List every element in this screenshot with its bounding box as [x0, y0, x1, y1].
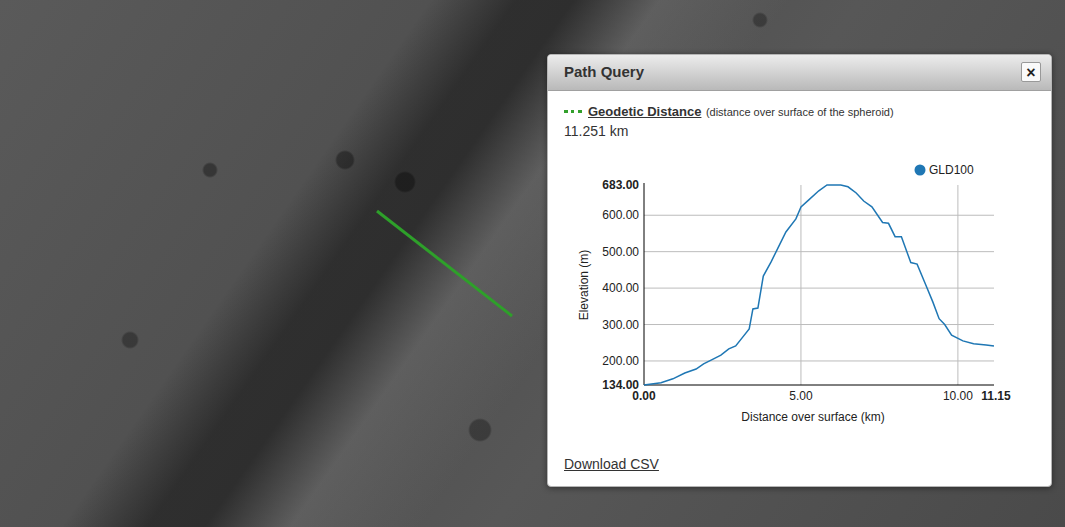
y-tick-label: 683.00 — [602, 178, 639, 192]
y-gridline — [644, 361, 994, 362]
geodetic-distance-link[interactable]: Geodetic Distance — [588, 104, 701, 119]
distance-legend: Geodetic Distance (distance over surface… — [564, 99, 1035, 123]
legend-note: (distance over surface of the spheroid) — [706, 106, 894, 118]
distance-value: 11.251 km — [564, 123, 1035, 140]
y-tick-label: 600.00 — [602, 209, 639, 223]
y-tick-label: 400.00 — [602, 281, 639, 295]
x-tick-label: 0.00 — [632, 389, 656, 403]
x-tick-label: 11.15 — [981, 389, 1011, 403]
x-axis — [644, 385, 994, 386]
close-button[interactable]: × — [1021, 62, 1041, 82]
elevation-line — [644, 185, 994, 385]
dotted-line-icon — [564, 110, 582, 113]
elevation-chart: 683.00600.00500.00400.00300.00200.00134.… — [560, 155, 1030, 430]
map-view[interactable]: Path Query × Geodetic Distance (distance… — [0, 0, 1065, 527]
x-tick-label: 10.00 — [943, 389, 973, 403]
x-gridline — [800, 185, 801, 385]
y-tick-label: 200.00 — [602, 354, 639, 368]
y-axis — [644, 183, 645, 385]
y-gridline — [644, 324, 994, 325]
x-tick-label: 5.00 — [789, 389, 813, 403]
legend-dot-icon — [915, 165, 926, 176]
legend-label: GLD100 — [929, 163, 974, 177]
y-tick-label: 500.00 — [602, 245, 639, 259]
y-gridline — [644, 215, 994, 216]
x-axis-title: Distance over surface (km) — [741, 410, 884, 424]
y-gridline — [644, 251, 994, 252]
y-gridline — [644, 288, 994, 289]
window-header[interactable]: Path Query × — [548, 55, 1051, 91]
window-title: Path Query — [564, 61, 644, 84]
window-body: Geodetic Distance (distance over surface… — [548, 91, 1051, 487]
y-tick-label: 300.00 — [602, 318, 639, 332]
x-gridline — [957, 185, 958, 385]
path-query-window[interactable]: Path Query × Geodetic Distance (distance… — [547, 54, 1052, 487]
measured-path[interactable] — [377, 211, 512, 316]
y-axis-title: Elevation (m) — [577, 250, 591, 321]
download-csv-link[interactable]: Download CSV — [564, 454, 659, 475]
